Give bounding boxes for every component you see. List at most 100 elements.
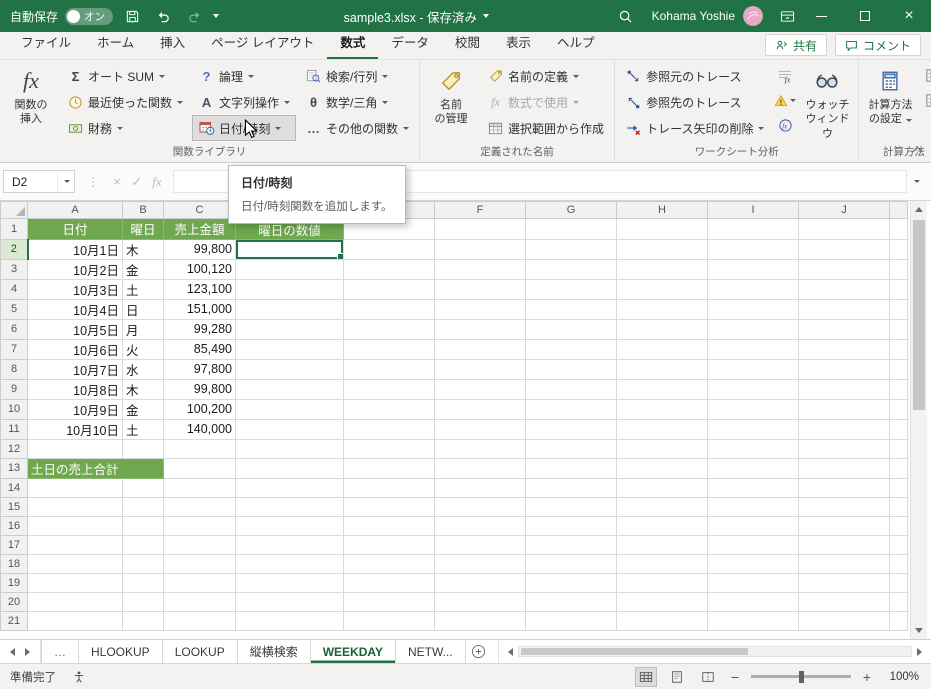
share-button[interactable]: 共有 [764, 34, 827, 56]
cell-C11[interactable]: 140,000 [163, 418, 236, 440]
name-manager-button[interactable]: 名前 の管理 [424, 62, 478, 144]
cell-D15[interactable] [235, 496, 344, 517]
column-header-B[interactable]: B [122, 201, 164, 219]
row-header-14[interactable]: 14 [0, 477, 28, 498]
cell-F12[interactable] [434, 438, 526, 459]
cell-H4[interactable] [616, 278, 708, 300]
confirm-entry-button[interactable]: ✓ [127, 170, 147, 193]
accessibility-icon[interactable] [72, 670, 86, 684]
cell-G10[interactable] [525, 398, 617, 420]
cell-J10[interactable] [798, 398, 890, 420]
logical-button[interactable]: ? 論理 [192, 63, 296, 89]
cell-G17[interactable] [525, 534, 617, 555]
trace-dependents-button[interactable]: 参照先のトレース [619, 89, 770, 115]
cell-A8[interactable]: 10月7日 [27, 358, 123, 380]
sheet-tab-2[interactable]: LOOKUP [163, 640, 238, 663]
cell-E13[interactable] [343, 457, 435, 479]
row-header-11[interactable]: 11 [0, 418, 28, 440]
maximize-button[interactable] [843, 0, 887, 32]
cell-D2[interactable] [235, 238, 344, 260]
cell-E9[interactable] [343, 378, 435, 400]
cell-F16[interactable] [434, 515, 526, 536]
cell-F14[interactable] [434, 477, 526, 498]
cell-B20[interactable] [122, 591, 164, 612]
cell-C3[interactable]: 100,120 [163, 258, 236, 280]
undo-icon[interactable] [151, 4, 175, 28]
cell-J11[interactable] [798, 418, 890, 440]
cell-C21[interactable] [163, 610, 236, 631]
trace-precedents-button[interactable]: 参照元のトレース [619, 63, 770, 89]
column-header-J[interactable]: J [798, 201, 890, 219]
row-header-6[interactable]: 6 [0, 318, 28, 340]
cell-H5[interactable] [616, 298, 708, 320]
cell-H9[interactable] [616, 378, 708, 400]
lookup-reference-button[interactable]: 検索/行列 [299, 63, 415, 89]
row-header-4[interactable]: 4 [0, 278, 28, 300]
cell-H13[interactable] [616, 457, 708, 479]
cell-A17[interactable] [27, 534, 123, 555]
cell-G12[interactable] [525, 438, 617, 459]
cell-D4[interactable] [235, 278, 344, 300]
cell-C13[interactable] [163, 457, 236, 479]
cell-J4[interactable] [798, 278, 890, 300]
cell-G15[interactable] [525, 496, 617, 517]
cell-I11[interactable] [707, 418, 799, 440]
cell-C6[interactable]: 99,280 [163, 318, 236, 340]
cell-E11[interactable] [343, 418, 435, 440]
cell-E12[interactable] [343, 438, 435, 459]
cell-F9[interactable] [434, 378, 526, 400]
scroll-right-arrow[interactable] [917, 647, 922, 656]
cell-G11[interactable] [525, 418, 617, 440]
cell-B12[interactable] [122, 438, 164, 459]
financial-button[interactable]: 財務 [61, 115, 189, 141]
view-page-layout-button[interactable] [666, 667, 688, 687]
sheet-tab-1[interactable]: HLOOKUP [79, 640, 163, 663]
cell-C12[interactable] [163, 438, 236, 459]
cell-E8[interactable] [343, 358, 435, 380]
cell-B11[interactable]: 土 [122, 418, 164, 440]
cell-C5[interactable]: 151,000 [163, 298, 236, 320]
cell-A21[interactable] [27, 610, 123, 631]
cell-E14[interactable] [343, 477, 435, 498]
cell-A6[interactable]: 10月5日 [27, 318, 123, 340]
zoom-slider[interactable] [751, 670, 851, 684]
scroll-down-arrow[interactable] [911, 622, 927, 639]
autosave-toggle[interactable]: オン [65, 7, 114, 25]
row-header-13[interactable]: 13 [0, 457, 28, 479]
cell-I18[interactable] [707, 553, 799, 574]
window-title-area[interactable]: sample3.xlsx - 保存済み [219, 7, 614, 26]
avatar[interactable] [743, 6, 763, 26]
ribbon-tab-7[interactable]: 校閲 [442, 26, 493, 59]
cell-C7[interactable]: 85,490 [163, 338, 236, 360]
cell-A7[interactable]: 10月6日 [27, 338, 123, 360]
cell-H18[interactable] [616, 553, 708, 574]
cell-G6[interactable] [525, 318, 617, 340]
cell-E3[interactable] [343, 258, 435, 280]
cell-J21[interactable] [798, 610, 890, 631]
cell-F20[interactable] [434, 591, 526, 612]
row-header-15[interactable]: 15 [0, 496, 28, 517]
cell-B15[interactable] [122, 496, 164, 517]
cell-G2[interactable] [525, 238, 617, 260]
cell-F18[interactable] [434, 553, 526, 574]
cell-D17[interactable] [235, 534, 344, 555]
cell-F13[interactable] [434, 457, 526, 479]
column-header-F[interactable]: F [434, 201, 526, 219]
calculate-sheet-button[interactable] [920, 88, 931, 113]
cell-I8[interactable] [707, 358, 799, 380]
cell-B6[interactable]: 月 [122, 318, 164, 340]
cell-B3[interactable]: 金 [122, 258, 164, 280]
cell-H12[interactable] [616, 438, 708, 459]
cell-A4[interactable]: 10月3日 [27, 278, 123, 300]
cell-J14[interactable] [798, 477, 890, 498]
row-header-1[interactable]: 1 [0, 218, 28, 240]
cell-H16[interactable] [616, 515, 708, 536]
cell-B10[interactable]: 金 [122, 398, 164, 420]
cell-H2[interactable] [616, 238, 708, 260]
cell-D10[interactable] [235, 398, 344, 420]
formula-bar-expand-chevron-icon[interactable] [907, 170, 925, 193]
cell-G7[interactable] [525, 338, 617, 360]
cell-B8[interactable]: 水 [122, 358, 164, 380]
name-box-chevron-icon[interactable] [57, 171, 74, 192]
cell-H20[interactable] [616, 591, 708, 612]
